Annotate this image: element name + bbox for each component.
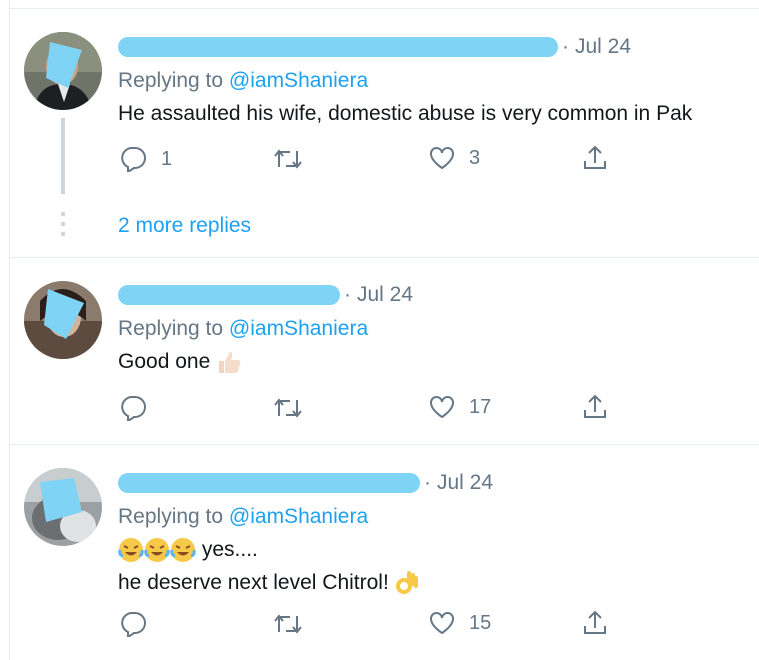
tweet-text: He assaulted his wife, domestic abuse is… <box>118 102 693 125</box>
replying-handle-link[interactable]: @iamShaniera <box>229 69 368 92</box>
reply-icon <box>121 396 146 421</box>
like-icon <box>430 396 454 419</box>
replying-to: Replying to @iamShaniera <box>118 312 747 345</box>
divider <box>9 257 759 258</box>
retweet-icon <box>274 614 302 634</box>
thread-dots <box>61 212 65 242</box>
timeline-left-border <box>9 0 10 660</box>
retweet-icon <box>274 398 302 418</box>
share-icon <box>584 145 606 169</box>
ok-hand-emoji <box>395 571 418 595</box>
laughing-emoji <box>118 538 144 563</box>
tweet-header: · Jul 24 <box>118 470 747 496</box>
thread-line <box>61 118 65 194</box>
tweet-header: · Jul 24 <box>118 282 747 308</box>
like-icon <box>430 612 454 635</box>
laughing-emoji <box>170 538 196 563</box>
avatar[interactable] <box>24 281 102 359</box>
avatar[interactable] <box>24 468 102 546</box>
reply-button[interactable] <box>119 611 161 637</box>
separator-dot: · <box>344 283 351 306</box>
reply-count: 1 <box>161 147 173 170</box>
reply-icon <box>121 147 146 172</box>
tweet-header: · Jul 24 <box>118 34 747 60</box>
retweet-button[interactable] <box>272 147 318 171</box>
top-divider <box>9 8 759 9</box>
reply-icon <box>121 612 146 637</box>
like-count: 3 <box>469 146 481 169</box>
share-icon <box>584 610 606 634</box>
redacted-username <box>118 473 420 493</box>
like-count: 15 <box>469 611 492 634</box>
separator-dot: · <box>424 471 431 494</box>
tweet-text-line-1: yes.... <box>201 538 258 561</box>
tweet-date[interactable]: Jul 24 <box>357 283 413 307</box>
share-button[interactable] <box>582 144 608 172</box>
tweet-text: Good one <box>118 350 211 373</box>
redacted-username <box>118 285 340 305</box>
reply-button[interactable]: 1 <box>119 146 172 172</box>
replying-prefix: Replying to <box>118 69 229 92</box>
retweet-button[interactable] <box>272 612 318 636</box>
replying-handle-link[interactable]: @iamShaniera <box>229 317 368 340</box>
divider <box>9 444 759 445</box>
tweet-text-row: Good one <box>118 345 747 378</box>
reply-button[interactable] <box>119 395 161 421</box>
share-icon <box>584 394 606 418</box>
like-icon <box>430 147 454 170</box>
thumbs-up-emoji <box>219 352 241 374</box>
replying-to: Replying to @iamShaniera <box>118 500 747 533</box>
avatar[interactable] <box>24 32 102 110</box>
tweet-text-row-1: yes.... <box>118 533 747 566</box>
laughing-emoji <box>144 538 170 563</box>
like-button[interactable]: 15 <box>429 611 491 635</box>
like-count: 17 <box>469 395 492 418</box>
share-button[interactable] <box>582 393 608 421</box>
tweet-text-row-2: he deserve next level Chitrol! <box>118 566 747 599</box>
replying-prefix: Replying to <box>118 317 229 340</box>
replying-handle-link[interactable]: @iamShaniera <box>229 505 368 528</box>
tweet-date[interactable]: Jul 24 <box>437 471 493 495</box>
retweet-button[interactable] <box>272 396 318 420</box>
more-replies-link[interactable]: 2 more replies <box>118 214 251 238</box>
replying-prefix: Replying to <box>118 505 229 528</box>
like-button[interactable]: 3 <box>429 146 480 170</box>
replying-to: Replying to @iamShaniera <box>118 64 747 97</box>
share-button[interactable] <box>582 609 608 637</box>
redacted-username <box>118 37 558 57</box>
separator-dot: · <box>562 35 569 58</box>
tweet-date[interactable]: Jul 24 <box>575 35 631 59</box>
like-button[interactable]: 17 <box>429 395 491 419</box>
retweet-icon <box>274 149 302 169</box>
tweet-text-line-2: he deserve next level Chitrol! <box>118 571 389 594</box>
